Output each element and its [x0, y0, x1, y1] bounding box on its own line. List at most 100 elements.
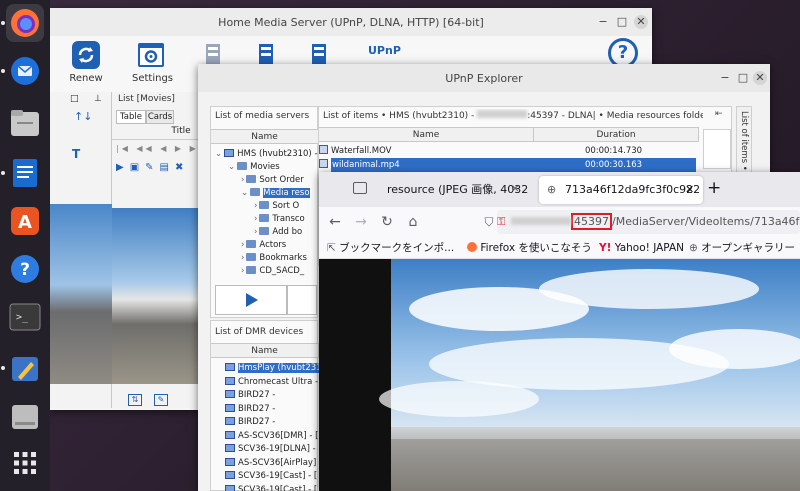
dock-editor[interactable] [6, 350, 44, 388]
tree-node[interactable]: ⌄ HMS (hvubt2310) - [211, 147, 319, 161]
dock-thunderbird[interactable] [6, 52, 44, 90]
dock-disk[interactable] [6, 398, 44, 436]
tree-node-label: HMS (hvubt2310) - [237, 149, 318, 159]
expand-icon[interactable]: ⌄ [215, 149, 222, 159]
tree-node[interactable]: › Bookmarks [211, 251, 319, 265]
running-indicator [1, 366, 5, 370]
home-icon[interactable]: ⌂ [403, 212, 423, 232]
bookmark-firefox[interactable]: Firefox を使いこなそう [467, 237, 592, 258]
dmr-device-row[interactable]: SCV36-19[Cast] - [ [211, 483, 319, 491]
firefox-tab-resource[interactable]: resource (JPEG 画像, 4032 × [379, 176, 531, 204]
dmr-device-row[interactable]: Chromecast Ultra - [211, 375, 319, 389]
expand-icon[interactable]: › [254, 227, 257, 237]
preview-image-left [50, 204, 112, 384]
list-nav-controls[interactable]: |◀ ◀◀ ◀ ▶ ▶▶ [116, 144, 208, 153]
dock-writer[interactable] [6, 154, 44, 192]
bottom-action-icon[interactable]: ⇅ [128, 394, 142, 406]
dmr-device-label: BIRD27 - [238, 390, 276, 400]
tree-node[interactable]: › Transco [211, 212, 319, 226]
renderer-icon [225, 471, 235, 479]
tree-node-label: CD_SACD_ [259, 266, 305, 276]
close-icon[interactable]: ✕ [634, 15, 648, 29]
dmr-device-row[interactable]: BIRD27 - [211, 388, 319, 402]
stop-button[interactable] [287, 285, 317, 315]
pin-icon[interactable]: ⊥ [94, 94, 102, 104]
bookmark-import[interactable]: ⇱ ブックマークをインポ... [327, 237, 454, 258]
minimize-icon[interactable]: − [718, 71, 732, 85]
upnp-button[interactable]: UPnP [368, 44, 408, 64]
list-action-icons[interactable]: ▶▣✎▤✖ [116, 162, 189, 173]
folder-icon [246, 266, 257, 274]
tree-node-label: Movies [250, 162, 280, 172]
tab-table[interactable]: Table [116, 110, 146, 124]
firefox-window: resource (JPEG 画像, 4032 × ✕ ⊕ 713a46f12d… [319, 172, 800, 491]
item-row-selected[interactable]: wildanimal.mp4 00:00:30.163 [319, 158, 699, 172]
minimize-icon[interactable]: − [596, 15, 610, 29]
maximize-icon[interactable]: □ [615, 15, 629, 29]
tab-cards[interactable]: Cards [146, 110, 174, 124]
dmr-device-row[interactable]: BIRD27 - [211, 415, 319, 429]
new-tab-icon[interactable]: + [707, 178, 721, 198]
dmr-device-row[interactable]: BIRD27 - [211, 402, 319, 416]
sort-icon[interactable]: ↑↓ [74, 110, 92, 123]
renew-button[interactable]: Renew [68, 40, 104, 88]
expand-icon[interactable]: › [241, 266, 244, 276]
video-player[interactable] [319, 259, 800, 491]
dmr-device-row[interactable]: AS-SCV36[DMR] - [ [211, 429, 319, 443]
tab-overview-icon[interactable] [353, 182, 367, 194]
renderer-icon [225, 484, 235, 491]
dmr-device-row[interactable]: SCV36-19[DLNA] - [ [211, 442, 319, 456]
dmr-device-row[interactable]: HmsPlay (hvubt231( [211, 361, 319, 375]
tree-node[interactable]: › CD_SACD_ [211, 264, 319, 278]
upnp-titlebar[interactable]: UPnP Explorer − □ ✕ [198, 64, 770, 92]
tree-node[interactable]: ⌄ Movies [211, 160, 319, 174]
tab-close-icon[interactable]: ✕ [511, 184, 519, 195]
dmr-device-row[interactable]: SCV36-19[Cast] - [ [211, 469, 319, 483]
dmr-device-label: SCV36-19[Cast] - [ [238, 471, 318, 481]
bottom-edit-icon[interactable]: ✎ [154, 394, 168, 406]
dmr-header[interactable]: Name [211, 343, 319, 358]
shield-icon[interactable]: ⛉ [479, 212, 499, 232]
maximize-icon[interactable]: □ [736, 71, 750, 85]
text-tool-icon[interactable]: T [72, 147, 80, 161]
dock-help[interactable]: ? [6, 250, 44, 288]
firefox-tab-video[interactable]: ⊕ 713a46f12da9fc3f0c922 [539, 176, 703, 204]
back-icon[interactable]: ← [325, 212, 345, 232]
servers-header[interactable]: Name [211, 129, 319, 144]
collapse-icon[interactable]: □ [70, 94, 79, 104]
url-bar[interactable]: ⚿ 45397/MediaServer/VideoItems/713a46f12… [497, 210, 800, 234]
reload-icon[interactable]: ↻ [377, 212, 397, 232]
expand-icon[interactable]: › [254, 214, 257, 224]
firefox-tabbar: resource (JPEG 画像, 4032 × ✕ ⊕ 713a46f12d… [319, 172, 800, 207]
tree-node[interactable]: ⌄ Media reso [211, 186, 319, 200]
bookmark-yahoo[interactable]: Y! Yahoo! JAPAN [599, 237, 684, 258]
play-button[interactable] [215, 285, 287, 315]
expand-icon[interactable]: › [241, 175, 244, 185]
item-row[interactable]: Waterfall.MOV 00:00:14.730 [319, 144, 699, 158]
dock-files[interactable] [6, 104, 44, 142]
tree-node[interactable]: › Actors [211, 238, 319, 252]
dock-app-grid[interactable] [6, 444, 44, 482]
settings-button[interactable]: Settings [132, 40, 173, 88]
expand-icon[interactable]: › [241, 240, 244, 250]
hms-titlebar[interactable]: Home Media Server (UPnP, DLNA, HTTP) [64… [50, 8, 652, 36]
expand-icon[interactable]: ⌄ [228, 162, 235, 172]
items-pin-icon[interactable]: ⇤ [715, 109, 723, 119]
tree-node[interactable]: › Add bo [211, 225, 319, 239]
tree-node[interactable]: › Sort Order [211, 173, 319, 187]
tab-close-icon[interactable]: ✕ [685, 183, 694, 196]
bookmark-gallery[interactable]: ⊕ オープンギャラリー [689, 237, 795, 258]
expand-icon[interactable]: › [254, 201, 257, 211]
expand-icon[interactable]: ⌄ [241, 188, 248, 198]
expand-icon[interactable]: › [241, 253, 244, 263]
tree-node[interactable]: › Sort O [211, 199, 319, 213]
dock-app-center[interactable]: A [6, 202, 44, 240]
dock-terminal[interactable]: >_ [6, 298, 44, 336]
server-icon [224, 149, 235, 157]
dmr-device-row[interactable]: AS-SCV36[AirPlay] [211, 456, 319, 470]
forward-icon[interactable]: → [351, 212, 371, 232]
items-header[interactable]: Name Duration [319, 127, 699, 142]
files-icon [11, 110, 39, 136]
close-icon[interactable]: ✕ [753, 71, 767, 85]
dock-firefox[interactable] [6, 4, 44, 42]
